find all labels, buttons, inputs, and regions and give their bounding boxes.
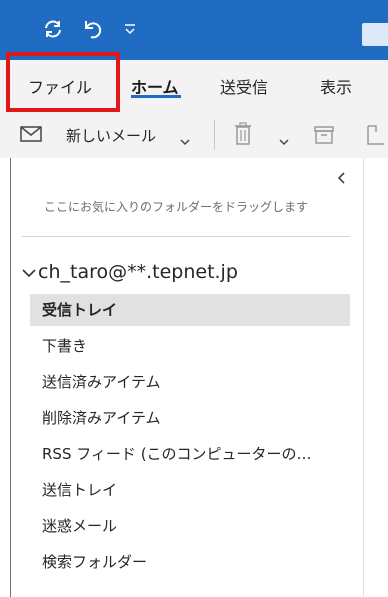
undo-icon[interactable] [82, 18, 104, 40]
sync-icon[interactable] [42, 18, 64, 40]
new-mail-button[interactable]: 新しいメール [66, 125, 156, 146]
move-icon[interactable] [366, 122, 386, 150]
envelope-icon [20, 126, 42, 146]
favorites-divider [22, 236, 350, 237]
pane-left-border [10, 158, 11, 597]
active-tab-indicator [131, 95, 181, 98]
favorites-hint: ここにお気に入りのフォルダーをドラッグします [44, 200, 309, 214]
delete-icon[interactable] [233, 122, 253, 150]
tab-send-receive[interactable]: 送受信 [220, 74, 268, 98]
search-box[interactable] [362, 23, 388, 46]
toolbar-separator [214, 120, 215, 150]
tab-view[interactable]: 表示 [320, 74, 352, 98]
file-tab-highlight-box [6, 52, 120, 112]
folder-sent-items[interactable]: 送信済みアイテム [30, 366, 350, 398]
chevron-down-icon[interactable] [180, 131, 190, 150]
pane-right-border [363, 158, 364, 597]
folder-deleted-items[interactable]: 削除済みアイテム [30, 402, 350, 434]
folder-search-folders[interactable]: 検索フォルダー [30, 546, 350, 578]
delete-dropdown-chevron-icon[interactable] [279, 131, 289, 150]
account-email: ch_taro@**.tepnet.jp [38, 261, 238, 283]
collapse-pane-icon[interactable] [335, 170, 349, 184]
archive-icon[interactable] [314, 126, 334, 148]
folder-junk[interactable]: 迷惑メール [30, 510, 350, 542]
folder-outbox[interactable]: 送信トレイ [30, 474, 350, 506]
folder-rss-feeds[interactable]: RSS フィード (このコンピューターの… [30, 438, 350, 470]
account-header[interactable]: ch_taro@**.tepnet.jp [22, 261, 238, 283]
chevron-expand-icon[interactable] [22, 261, 38, 283]
ribbon-toolbar: 新しいメール [0, 112, 388, 159]
title-bar [0, 0, 388, 60]
folder-drafts[interactable]: 下書き [30, 330, 350, 362]
customize-dropdown-icon[interactable] [124, 22, 136, 36]
folder-inbox[interactable]: 受信トレイ [30, 294, 350, 326]
